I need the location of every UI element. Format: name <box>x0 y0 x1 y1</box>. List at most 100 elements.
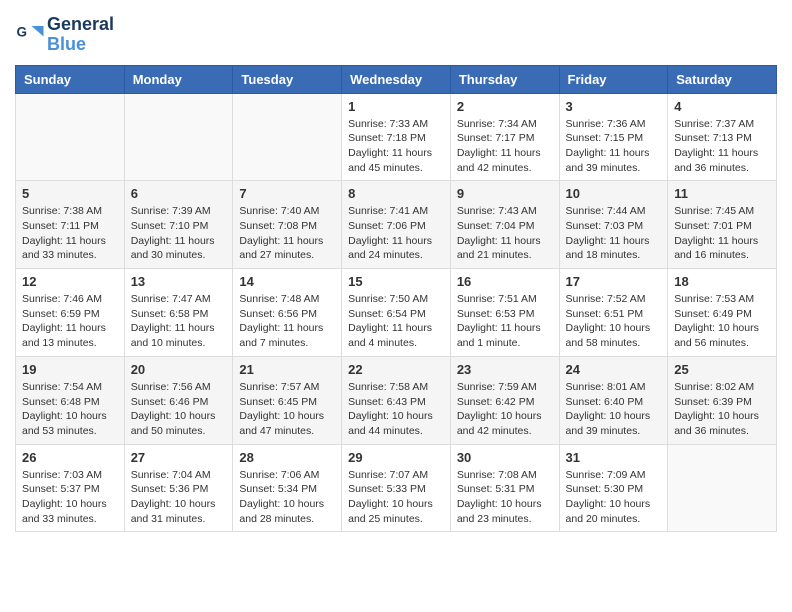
day-number: 5 <box>22 186 118 201</box>
day-number: 29 <box>348 450 444 465</box>
day-number: 31 <box>566 450 662 465</box>
calendar-table: SundayMondayTuesdayWednesdayThursdayFrid… <box>15 65 777 533</box>
calendar-cell: 11 Sunrise: 7:45 AM Sunset: 7:01 PM Dayli… <box>668 181 777 269</box>
calendar-cell: 10 Sunrise: 7:44 AM Sunset: 7:03 PM Dayli… <box>559 181 668 269</box>
calendar-cell: 12 Sunrise: 7:46 AM Sunset: 6:59 PM Dayli… <box>16 269 125 357</box>
day-number: 24 <box>566 362 662 377</box>
day-number: 10 <box>566 186 662 201</box>
calendar-cell <box>124 93 233 181</box>
calendar-cell: 27 Sunrise: 7:04 AM Sunset: 5:36 PM Dayli… <box>124 444 233 532</box>
day-number: 6 <box>131 186 227 201</box>
calendar-cell: 29 Sunrise: 7:07 AM Sunset: 5:33 PM Dayli… <box>342 444 451 532</box>
day-info: Sunrise: 7:33 AM Sunset: 7:18 PM Dayligh… <box>348 117 444 176</box>
calendar-cell: 31 Sunrise: 7:09 AM Sunset: 5:30 PM Dayli… <box>559 444 668 532</box>
day-info: Sunrise: 8:02 AM Sunset: 6:39 PM Dayligh… <box>674 380 770 439</box>
day-number: 15 <box>348 274 444 289</box>
day-number: 3 <box>566 99 662 114</box>
calendar-cell: 16Sunrise: 7:51 AM Sunset: 6:53 PM Dayli… <box>450 269 559 357</box>
calendar-cell: 9 Sunrise: 7:43 AM Sunset: 7:04 PM Daylig… <box>450 181 559 269</box>
day-info: Sunrise: 7:07 AM Sunset: 5:33 PM Dayligh… <box>348 468 444 527</box>
day-info: Sunrise: 7:46 AM Sunset: 6:59 PM Dayligh… <box>22 292 118 351</box>
day-info: Sunrise: 7:57 AM Sunset: 6:45 PM Dayligh… <box>239 380 335 439</box>
logo-line2: Blue <box>47 35 114 55</box>
calendar-cell <box>16 93 125 181</box>
day-info: Sunrise: 7:59 AM Sunset: 6:42 PM Dayligh… <box>457 380 553 439</box>
day-info: Sunrise: 7:08 AM Sunset: 5:31 PM Dayligh… <box>457 468 553 527</box>
day-info: Sunrise: 7:47 AM Sunset: 6:58 PM Dayligh… <box>131 292 227 351</box>
day-info: Sunrise: 7:38 AM Sunset: 7:11 PM Dayligh… <box>22 204 118 263</box>
calendar-cell: 2Sunrise: 7:34 AM Sunset: 7:17 PM Daylig… <box>450 93 559 181</box>
svg-text:G: G <box>17 24 28 39</box>
day-info: Sunrise: 7:06 AM Sunset: 5:34 PM Dayligh… <box>239 468 335 527</box>
logo: G General Blue <box>15 15 114 55</box>
weekday-header: Tuesday <box>233 65 342 93</box>
day-info: Sunrise: 8:01 AM Sunset: 6:40 PM Dayligh… <box>566 380 662 439</box>
calendar-cell: 23 Sunrise: 7:59 AM Sunset: 6:42 PM Dayli… <box>450 356 559 444</box>
day-number: 25 <box>674 362 770 377</box>
weekday-header: Sunday <box>16 65 125 93</box>
day-number: 7 <box>239 186 335 201</box>
day-info: Sunrise: 7:50 AM Sunset: 6:54 PM Dayligh… <box>348 292 444 351</box>
page-header: G General Blue <box>15 15 777 55</box>
day-number: 20 <box>131 362 227 377</box>
day-number: 22 <box>348 362 444 377</box>
logo-icon: G <box>15 20 45 50</box>
day-info: Sunrise: 7:45 AM Sunset: 7:01 PM Dayligh… <box>674 204 770 263</box>
weekday-header: Monday <box>124 65 233 93</box>
day-number: 17 <box>566 274 662 289</box>
day-info: Sunrise: 7:03 AM Sunset: 5:37 PM Dayligh… <box>22 468 118 527</box>
day-info: Sunrise: 7:09 AM Sunset: 5:30 PM Dayligh… <box>566 468 662 527</box>
weekday-header: Friday <box>559 65 668 93</box>
day-info: Sunrise: 7:56 AM Sunset: 6:46 PM Dayligh… <box>131 380 227 439</box>
calendar-cell <box>668 444 777 532</box>
day-number: 30 <box>457 450 553 465</box>
day-info: Sunrise: 7:44 AM Sunset: 7:03 PM Dayligh… <box>566 204 662 263</box>
day-info: Sunrise: 7:37 AM Sunset: 7:13 PM Dayligh… <box>674 117 770 176</box>
day-info: Sunrise: 7:52 AM Sunset: 6:51 PM Dayligh… <box>566 292 662 351</box>
calendar-cell: 26 Sunrise: 7:03 AM Sunset: 5:37 PM Dayli… <box>16 444 125 532</box>
day-info: Sunrise: 7:58 AM Sunset: 6:43 PM Dayligh… <box>348 380 444 439</box>
day-number: 9 <box>457 186 553 201</box>
weekday-header: Saturday <box>668 65 777 93</box>
calendar-cell: 13Sunrise: 7:47 AM Sunset: 6:58 PM Dayli… <box>124 269 233 357</box>
weekday-header: Wednesday <box>342 65 451 93</box>
day-number: 27 <box>131 450 227 465</box>
day-number: 28 <box>239 450 335 465</box>
calendar-cell: 6 Sunrise: 7:39 AM Sunset: 7:10 PM Daylig… <box>124 181 233 269</box>
day-number: 16 <box>457 274 553 289</box>
calendar-cell: 14 Sunrise: 7:48 AM Sunset: 6:56 PM Dayli… <box>233 269 342 357</box>
day-info: Sunrise: 7:53 AM Sunset: 6:49 PM Dayligh… <box>674 292 770 351</box>
calendar-cell: 18 Sunrise: 7:53 AM Sunset: 6:49 PM Dayli… <box>668 269 777 357</box>
day-info: Sunrise: 7:34 AM Sunset: 7:17 PM Dayligh… <box>457 117 553 176</box>
day-info: Sunrise: 7:04 AM Sunset: 5:36 PM Dayligh… <box>131 468 227 527</box>
day-info: Sunrise: 7:43 AM Sunset: 7:04 PM Dayligh… <box>457 204 553 263</box>
day-info: Sunrise: 7:48 AM Sunset: 6:56 PM Dayligh… <box>239 292 335 351</box>
day-info: Sunrise: 7:54 AM Sunset: 6:48 PM Dayligh… <box>22 380 118 439</box>
day-number: 1 <box>348 99 444 114</box>
calendar-cell: 7 Sunrise: 7:40 AM Sunset: 7:08 PM Daylig… <box>233 181 342 269</box>
calendar-cell: 4 Sunrise: 7:37 AM Sunset: 7:13 PM Daylig… <box>668 93 777 181</box>
day-info: Sunrise: 7:39 AM Sunset: 7:10 PM Dayligh… <box>131 204 227 263</box>
calendar-cell: 15 Sunrise: 7:50 AM Sunset: 6:54 PM Dayli… <box>342 269 451 357</box>
day-info: Sunrise: 7:40 AM Sunset: 7:08 PM Dayligh… <box>239 204 335 263</box>
day-number: 14 <box>239 274 335 289</box>
calendar-cell: 20 Sunrise: 7:56 AM Sunset: 6:46 PM Dayli… <box>124 356 233 444</box>
calendar-cell: 24 Sunrise: 8:01 AM Sunset: 6:40 PM Dayli… <box>559 356 668 444</box>
calendar-cell: 17 Sunrise: 7:52 AM Sunset: 6:51 PM Dayli… <box>559 269 668 357</box>
calendar-cell: 21Sunrise: 7:57 AM Sunset: 6:45 PM Dayli… <box>233 356 342 444</box>
day-number: 18 <box>674 274 770 289</box>
logo-line1: General <box>47 15 114 35</box>
day-number: 8 <box>348 186 444 201</box>
day-number: 12 <box>22 274 118 289</box>
day-number: 26 <box>22 450 118 465</box>
day-info: Sunrise: 7:36 AM Sunset: 7:15 PM Dayligh… <box>566 117 662 176</box>
weekday-header: Thursday <box>450 65 559 93</box>
day-number: 11 <box>674 186 770 201</box>
day-info: Sunrise: 7:41 AM Sunset: 7:06 PM Dayligh… <box>348 204 444 263</box>
calendar-cell: 25 Sunrise: 8:02 AM Sunset: 6:39 PM Dayli… <box>668 356 777 444</box>
calendar-cell: 19Sunrise: 7:54 AM Sunset: 6:48 PM Dayli… <box>16 356 125 444</box>
calendar-cell: 5 Sunrise: 7:38 AM Sunset: 7:11 PM Daylig… <box>16 181 125 269</box>
calendar-cell: 1 Sunrise: 7:33 AM Sunset: 7:18 PM Daylig… <box>342 93 451 181</box>
day-number: 4 <box>674 99 770 114</box>
day-number: 23 <box>457 362 553 377</box>
